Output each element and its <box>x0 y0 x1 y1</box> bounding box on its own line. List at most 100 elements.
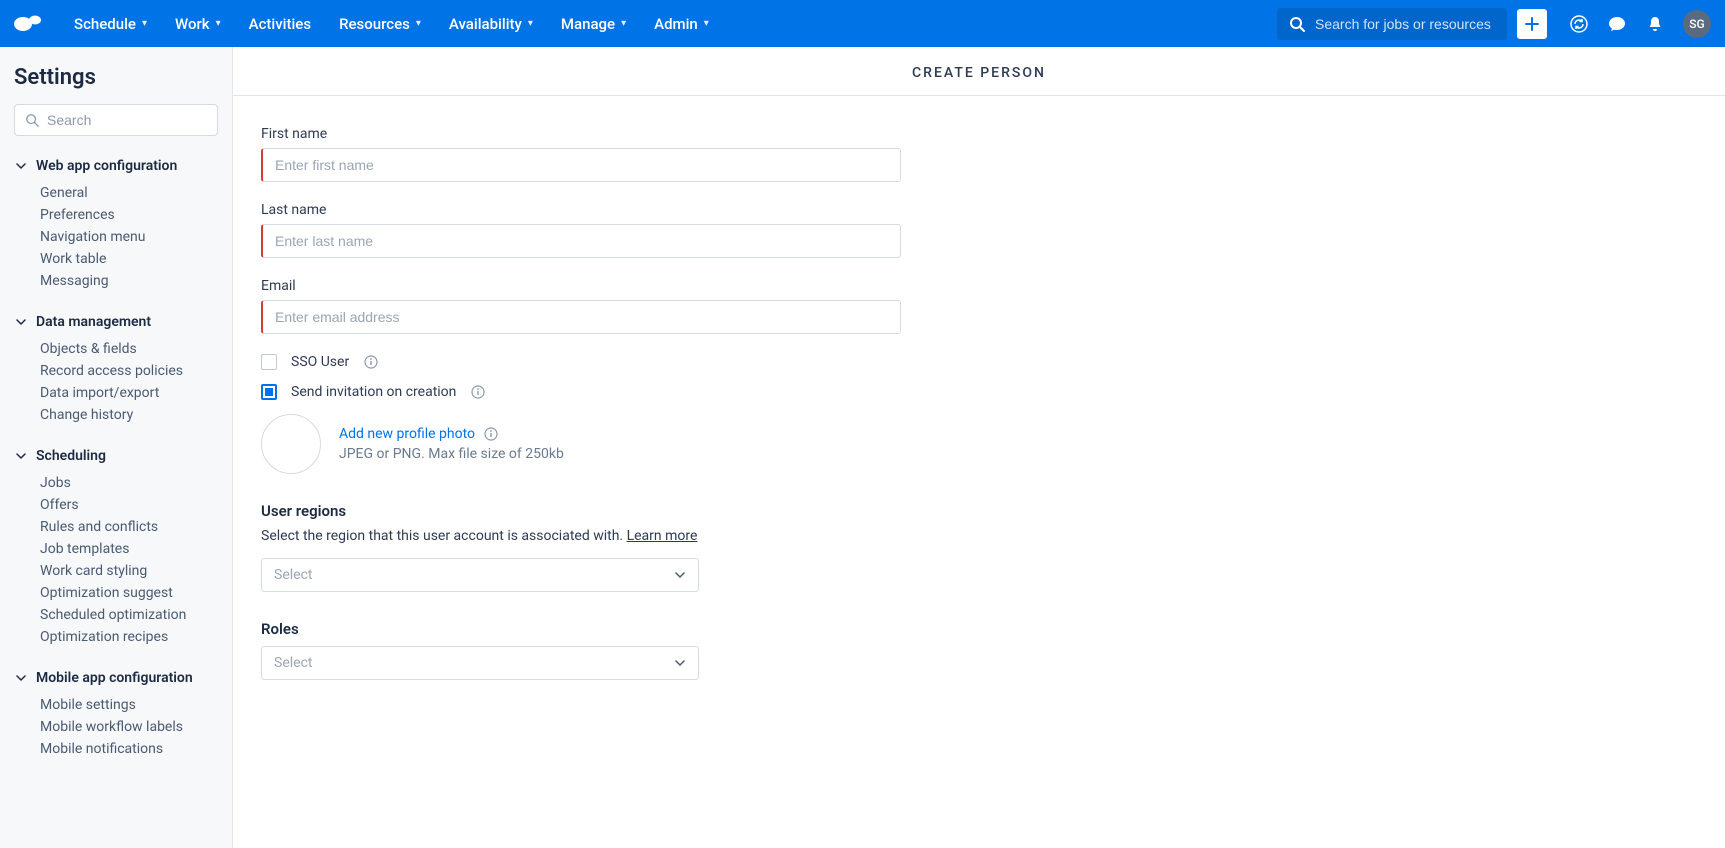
sidebar-link[interactable]: Jobs <box>40 472 218 494</box>
sidebar-link[interactable]: Optimization recipes <box>40 626 218 648</box>
app-logo[interactable] <box>14 14 42 34</box>
select-placeholder: Select <box>274 655 312 671</box>
chevron-down-icon: ▾ <box>704 18 709 29</box>
sidebar-link[interactable]: Mobile workflow labels <box>40 716 218 738</box>
sidebar-group-label: Scheduling <box>36 448 106 464</box>
sidebar-link[interactable]: Navigation menu <box>40 226 218 248</box>
nav-availability[interactable]: Availability ▾ <box>437 9 545 39</box>
sidebar-link[interactable]: Objects & fields <box>40 338 218 360</box>
sidebar-group-head[interactable]: Data management <box>14 310 218 334</box>
sidebar-link[interactable]: Scheduled optimization <box>40 604 218 626</box>
chevron-down-icon: ▾ <box>416 18 421 29</box>
user-avatar[interactable]: SG <box>1683 10 1711 38</box>
nav-manage[interactable]: Manage ▾ <box>549 9 638 39</box>
sidebar-title: Settings <box>14 65 218 90</box>
sidebar-group-head[interactable]: Mobile app configuration <box>14 666 218 690</box>
sidebar-link[interactable]: Work table <box>40 248 218 270</box>
send-invite-checkbox[interactable] <box>261 384 277 400</box>
page-title: CREATE PERSON <box>233 65 1725 81</box>
sidebar-search[interactable] <box>14 104 218 136</box>
user-regions-desc-text: Select the region that this user account… <box>261 528 627 544</box>
sidebar-group-head[interactable]: Web app configuration <box>14 154 218 178</box>
nav-label: Resources <box>339 15 410 33</box>
chevron-down-icon <box>14 317 28 327</box>
chevron-down-icon: ▾ <box>528 18 533 29</box>
nav-label: Work <box>175 15 210 33</box>
photo-hint: JPEG or PNG. Max file size of 250kb <box>339 446 564 462</box>
email-input[interactable] <box>261 300 901 334</box>
info-icon[interactable] <box>363 354 379 370</box>
global-search-input[interactable] <box>1315 16 1495 32</box>
sidebar-group-links: JobsOffersRules and conflictsJob templat… <box>14 472 218 648</box>
sidebar-link[interactable]: Data import/export <box>40 382 218 404</box>
email-label: Email <box>261 278 1193 294</box>
sidebar-link[interactable]: Optimization suggest <box>40 582 218 604</box>
nav-label: Availability <box>449 15 522 33</box>
user-regions-desc: Select the region that this user account… <box>261 528 1193 544</box>
sidebar-group-label: Mobile app configuration <box>36 670 193 686</box>
chevron-down-icon: ▾ <box>216 18 221 29</box>
sidebar-search-input[interactable] <box>47 112 207 128</box>
nav-label: Schedule <box>74 15 136 33</box>
user-regions-heading: User regions <box>261 502 1193 520</box>
last-name-input[interactable] <box>261 224 901 258</box>
send-invite-label: Send invitation on creation <box>291 384 456 400</box>
chevron-down-icon: ▾ <box>621 18 626 29</box>
sso-user-checkbox[interactable] <box>261 354 277 370</box>
sidebar-group-links: Mobile settingsMobile workflow labelsMob… <box>14 694 218 760</box>
sidebar-link[interactable]: Work card styling <box>40 560 218 582</box>
sso-user-label: SSO User <box>291 354 349 370</box>
user-regions-select[interactable]: Select <box>261 558 699 592</box>
add-photo-link[interactable]: Add new profile photo <box>339 426 564 442</box>
chevron-down-icon <box>674 569 686 581</box>
sidebar-link[interactable]: General <box>40 182 218 204</box>
chat-icon[interactable] <box>1607 14 1627 34</box>
nav-work[interactable]: Work ▾ <box>163 9 233 39</box>
global-search[interactable] <box>1277 8 1507 40</box>
sidebar-link[interactable]: Rules and conflicts <box>40 516 218 538</box>
info-icon[interactable] <box>470 384 486 400</box>
nav-admin[interactable]: Admin ▾ <box>642 9 721 39</box>
main-header: CREATE PERSON <box>233 47 1725 96</box>
sidebar-group-links: GeneralPreferencesNavigation menuWork ta… <box>14 182 218 292</box>
sidebar-link[interactable]: Record access policies <box>40 360 218 382</box>
select-placeholder: Select <box>274 567 312 583</box>
nav-label: Manage <box>561 15 615 33</box>
sso-user-row: SSO User <box>261 354 1193 370</box>
sidebar-link[interactable]: Mobile notifications <box>40 738 218 760</box>
chevron-down-icon <box>14 161 28 171</box>
chevron-down-icon <box>14 673 28 683</box>
last-name-field: Last name <box>261 202 1193 258</box>
bell-icon[interactable] <box>1645 14 1665 34</box>
top-nav-items: Schedule ▾ Work ▾ Activities Resources ▾ Av… <box>62 9 721 39</box>
sync-icon[interactable] <box>1569 14 1589 34</box>
nav-schedule[interactable]: Schedule ▾ <box>62 9 159 39</box>
sidebar-link[interactable]: Job templates <box>40 538 218 560</box>
top-right-icons: SG <box>1569 10 1711 38</box>
nav-activities[interactable]: Activities <box>237 9 323 39</box>
nav-label: Admin <box>654 15 698 33</box>
sidebar-link[interactable]: Mobile settings <box>40 694 218 716</box>
sidebar-group: Data management Objects & fieldsRecord ac… <box>14 310 218 426</box>
sidebar-link[interactable]: Preferences <box>40 204 218 226</box>
add-photo-link-label: Add new profile photo <box>339 426 475 442</box>
profile-photo-placeholder[interactable] <box>261 414 321 474</box>
sidebar-group-label: Data management <box>36 314 151 330</box>
sidebar-group: Web app configuration GeneralPreferencesN… <box>14 154 218 292</box>
create-button[interactable] <box>1517 9 1547 39</box>
create-person-form: First name Last name Email SSO User <box>233 96 1193 748</box>
sidebar-link[interactable]: Messaging <box>40 270 218 292</box>
roles-select[interactable]: Select <box>261 646 699 680</box>
main-content: CREATE PERSON First name Last name Email… <box>233 47 1725 848</box>
search-icon <box>25 113 39 127</box>
sidebar-link[interactable]: Offers <box>40 494 218 516</box>
sidebar-link[interactable]: Change history <box>40 404 218 426</box>
info-icon[interactable] <box>483 426 499 442</box>
learn-more-link[interactable]: Learn more <box>627 528 698 544</box>
nav-label: Activities <box>249 15 311 33</box>
first-name-input[interactable] <box>261 148 901 182</box>
nav-resources[interactable]: Resources ▾ <box>327 9 433 39</box>
sidebar-group-links: Objects & fieldsRecord access policiesDa… <box>14 338 218 426</box>
chevron-down-icon: ▾ <box>142 18 147 29</box>
sidebar-group-head[interactable]: Scheduling <box>14 444 218 468</box>
